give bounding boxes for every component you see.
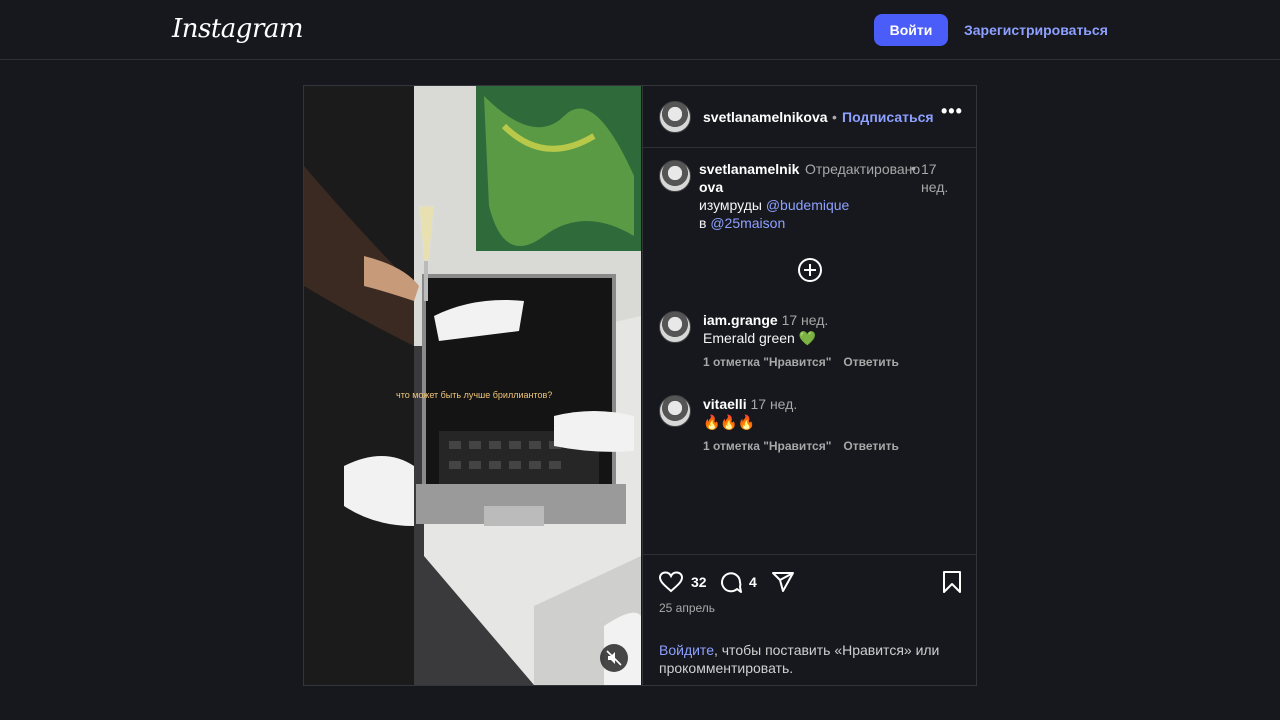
- mention-link-25maison[interactable]: @25maison: [710, 215, 785, 231]
- caption-timestamp[interactable]: 17 нед.: [921, 160, 961, 196]
- more-options-icon[interactable]: •••: [941, 101, 963, 122]
- share-icon[interactable]: [771, 570, 795, 594]
- heart-icon[interactable]: [659, 571, 683, 593]
- comment-timestamp[interactable]: 17 нед.: [782, 312, 829, 328]
- caption-author-avatar[interactable]: [659, 160, 691, 192]
- mute-button[interactable]: [600, 644, 628, 672]
- reply-button[interactable]: Ответить: [843, 439, 898, 453]
- reply-button[interactable]: Ответить: [843, 355, 898, 369]
- post-side-panel: svetlanamelnikova • Подписаться ••• svet…: [642, 86, 977, 685]
- comment-text: 🔥🔥🔥: [703, 414, 756, 430]
- top-navigation-bar: Instagram Войти Зарегистрироваться: [0, 0, 1280, 60]
- comment-actions: 1 отметка "Нравится" Ответить: [703, 355, 899, 369]
- instagram-logo[interactable]: Instagram: [172, 14, 304, 44]
- load-more-comments-icon[interactable]: [798, 258, 822, 282]
- commenter-avatar[interactable]: [659, 395, 691, 427]
- post-actions-section: 32 4 25 апрель Войдите, чтобы поставить …: [643, 554, 977, 685]
- comment-likes-link[interactable]: 1 отметка "Нравится": [703, 355, 831, 369]
- caption-separator-dot: •: [911, 160, 916, 176]
- comment-text: Emerald green 💚: [703, 330, 817, 346]
- login-button[interactable]: Войти: [874, 14, 948, 46]
- comment-count[interactable]: 4: [749, 574, 757, 590]
- commenter-username[interactable]: iam.grange: [703, 312, 778, 328]
- video-frame-image: [304, 86, 641, 685]
- login-prompt: Войдите, чтобы поставить «Нравится» или …: [659, 641, 959, 677]
- comment-likes-link[interactable]: 1 отметка "Нравится": [703, 439, 831, 453]
- separator-dot: •: [832, 109, 837, 125]
- caption-text-part: изумруды: [699, 197, 766, 213]
- mention-link-budemique[interactable]: @budemique: [766, 197, 850, 213]
- caption-text-part: в: [699, 215, 711, 231]
- author-avatar[interactable]: [659, 101, 691, 133]
- signup-link[interactable]: Зарегистрироваться: [964, 22, 1108, 38]
- bookmark-icon[interactable]: [941, 570, 963, 594]
- action-icons-row: 32 4: [659, 569, 963, 595]
- post-date[interactable]: 25 апрель: [659, 601, 715, 615]
- post-header: svetlanamelnikova • Подписаться •••: [643, 86, 977, 148]
- comment-actions: 1 отметка "Нравится" Ответить: [703, 439, 899, 453]
- caption-author-username[interactable]: svetlanamelnikova: [699, 160, 803, 196]
- login-link[interactable]: Войдите: [659, 642, 714, 658]
- author-username[interactable]: svetlanamelnikova: [703, 109, 828, 125]
- commenter-username[interactable]: vitaelli: [703, 396, 747, 412]
- comment-header: vitaelli 17 нед.: [703, 395, 797, 413]
- video-subtitle: что может быть лучше бриллиантов?: [396, 390, 553, 400]
- comment-header: iam.grange 17 нед.: [703, 311, 828, 329]
- follow-button[interactable]: Подписаться: [842, 109, 934, 125]
- post-container: что может быть лучше бриллиантов? svetla…: [303, 85, 977, 686]
- like-count[interactable]: 32: [691, 574, 707, 590]
- edited-label: Отредактировано: [805, 161, 921, 177]
- caption-text: изумруды @budemique в @25maison: [699, 196, 939, 232]
- commenter-avatar[interactable]: [659, 311, 691, 343]
- speaker-muted-icon: [606, 650, 622, 666]
- comment-icon[interactable]: [719, 570, 743, 594]
- comment-timestamp[interactable]: 17 нед.: [750, 396, 797, 412]
- post-video[interactable]: что может быть лучше бриллиантов?: [304, 86, 641, 685]
